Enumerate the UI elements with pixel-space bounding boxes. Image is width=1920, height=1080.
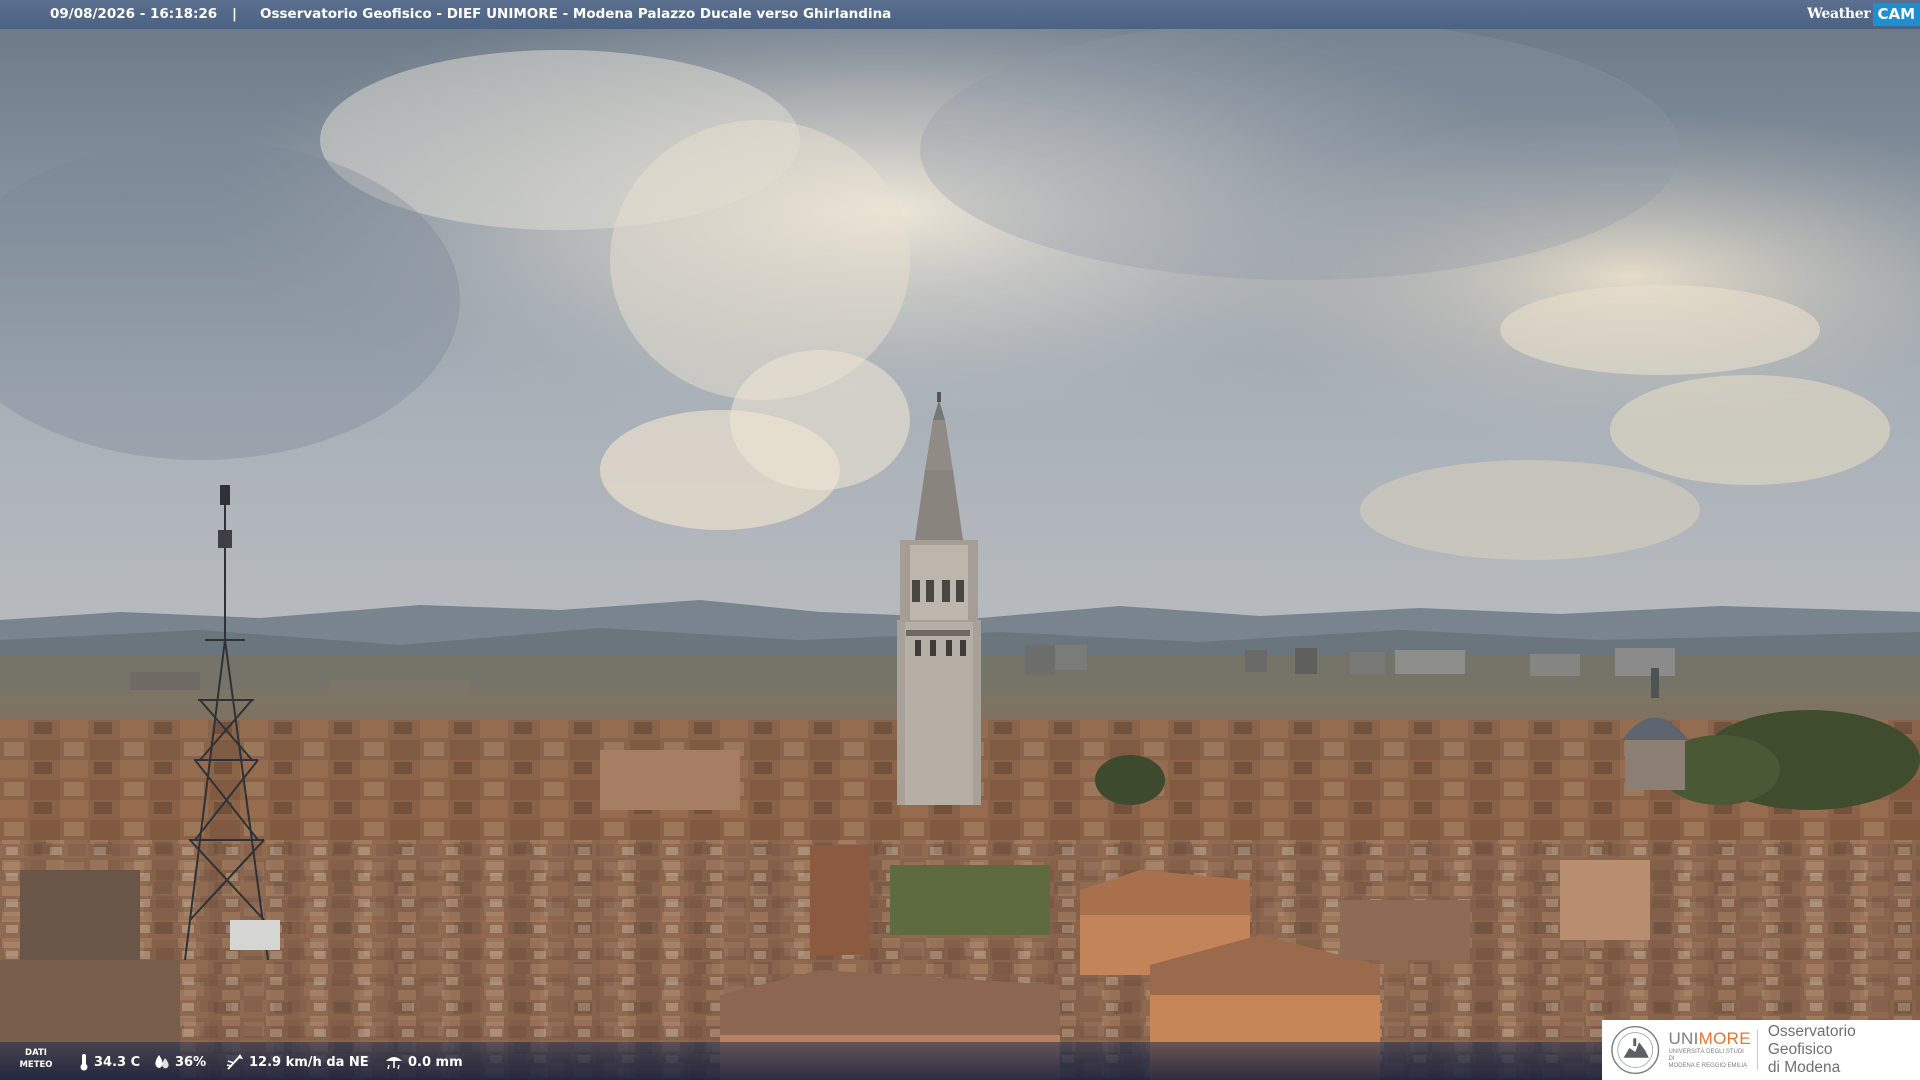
wind-vane-icon: [226, 1054, 243, 1070]
unimore-subtitle-line2: MODENA E REGGIO EMILIA: [1668, 1063, 1748, 1069]
unimore-name-uni: UNI: [1668, 1029, 1699, 1048]
university-seal-icon: [1611, 1025, 1660, 1075]
unimore-subtitle: UNIVERSITÀ DEGLI STUDI DI MODENA E REGGI…: [1668, 1049, 1750, 1070]
humidity-drop-icon: [155, 1055, 169, 1069]
rain-value: 0.0 mm: [408, 1054, 463, 1070]
weathercam-logo: Weather CAM: [1807, 0, 1920, 29]
caption-bar: 09/08/2026 - 16:18:26 | Osservatorio Geo…: [0, 0, 1920, 29]
observatory-line2: di Modena: [1767, 1059, 1841, 1076]
webcam-frame: 09/08/2026 - 16:18:26 | Osservatorio Geo…: [0, 0, 1920, 1080]
timestamp: 09/08/2026 - 16:18:26: [50, 6, 218, 22]
rain-reading: 0.0 mm: [384, 1052, 463, 1072]
wind-reading: 12.9 km/h da NE: [225, 1052, 369, 1072]
unimore-name: UNIMORE: [1668, 1030, 1750, 1048]
unimore-name-more: MORE: [1698, 1029, 1751, 1048]
meteo-data-bar: DATI METEO 34.3 C 36% 12.9 km/h da NE 0.…: [0, 1042, 1605, 1080]
unimore-subtitle-line1: UNIVERSITÀ DEGLI STUDI DI: [1668, 1049, 1744, 1062]
wind-value: 12.9 km/h da NE: [249, 1054, 369, 1070]
unimore-wordmark: UNIMORE UNIVERSITÀ DEGLI STUDI DI MODENA…: [1668, 1030, 1750, 1070]
temperature-value: 34.3 C: [94, 1054, 141, 1070]
observatory-name: Osservatorio Geofisico di Modena: [1768, 1023, 1920, 1077]
temperature-reading: 34.3 C: [78, 1052, 140, 1072]
humidity-value: 36%: [175, 1054, 207, 1070]
brand-word: Weather: [1807, 6, 1871, 22]
thermometer-icon: [80, 1054, 88, 1071]
brand-cam: CAM: [1873, 3, 1920, 26]
meteo-label-line2: METEO: [19, 1060, 53, 1070]
camera-caption: Osservatorio Geofisico - DIEF UNIMORE - …: [260, 6, 892, 22]
logo-divider: [1756, 1030, 1758, 1070]
rain-gauge-icon: [386, 1057, 402, 1070]
meteo-label-line1: DATI: [25, 1048, 47, 1058]
meteo-label: DATI METEO: [18, 1047, 54, 1071]
humidity-reading: 36%: [153, 1052, 206, 1072]
unimore-logo-panel: UNIMORE UNIVERSITÀ DEGLI STUDI DI MODENA…: [1602, 1020, 1920, 1080]
observatory-line1: Osservatorio Geofisico: [1767, 1023, 1856, 1058]
webcam-image: [0, 0, 1920, 1080]
caption-separator: |: [232, 6, 237, 22]
